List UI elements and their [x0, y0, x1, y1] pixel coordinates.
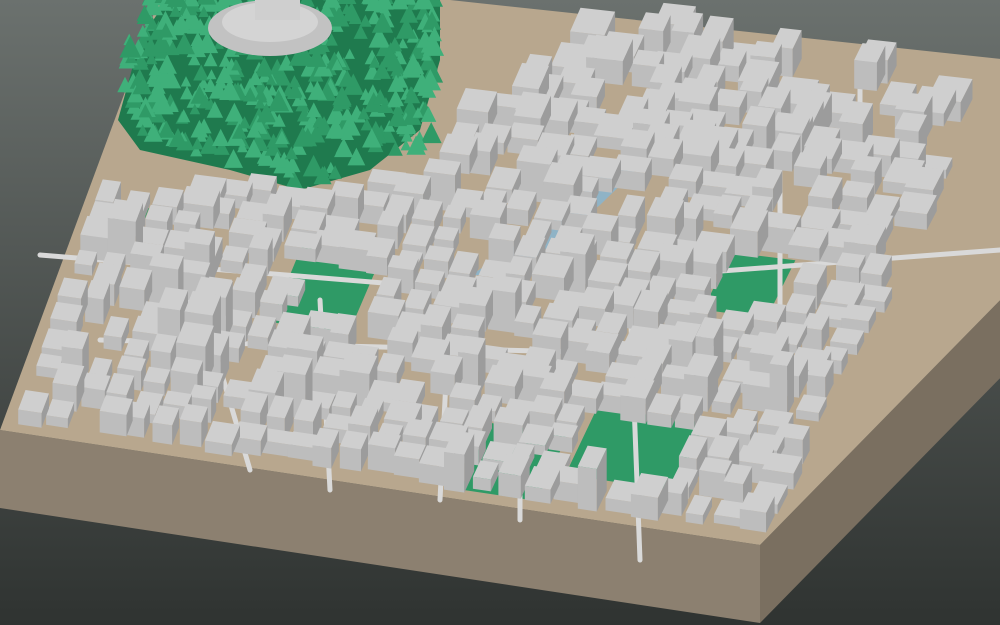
building-front-face: [577, 466, 597, 512]
building-front-face: [630, 493, 658, 521]
building-front-face: [444, 451, 465, 493]
tree: [336, 0, 357, 4]
building-front-face: [367, 444, 396, 474]
building-front-face: [699, 470, 726, 500]
building-front-face: [179, 419, 202, 448]
building-front-face: [854, 60, 877, 91]
building: [99, 395, 133, 437]
building-front-face: [585, 350, 610, 374]
building-front-face: [312, 445, 332, 469]
building-front-face: [99, 410, 127, 437]
building: [143, 366, 171, 397]
building-front-face: [339, 446, 361, 472]
building-front-face: [620, 395, 646, 424]
building-front-face: [742, 383, 773, 413]
building-front-face: [713, 213, 733, 230]
city-3d-model-view[interactable]: [0, 0, 1000, 625]
building-front-face: [81, 387, 105, 410]
building-front-face: [338, 246, 369, 273]
building: [284, 230, 322, 263]
building: [769, 350, 794, 416]
building: [179, 403, 208, 448]
building-front-face: [103, 335, 122, 352]
tree: [196, 0, 217, 5]
city-model-canvas: [0, 0, 1000, 625]
building-front-face: [366, 255, 387, 276]
building-front-face: [85, 296, 104, 325]
building-front-face: [739, 508, 767, 533]
tree: [164, 0, 184, 4]
building-front-face: [769, 363, 788, 416]
tree: [394, 0, 408, 5]
building-front-face: [514, 321, 534, 339]
building-front-face: [498, 472, 521, 499]
building-front-face: [119, 286, 145, 312]
building-front-face: [648, 156, 674, 178]
building-front-face: [393, 455, 420, 479]
building-front-face: [771, 149, 793, 172]
building-front-face: [430, 371, 455, 397]
building-front-face: [152, 422, 173, 445]
building-front-face: [505, 207, 529, 227]
castle-keep: [255, 0, 300, 20]
